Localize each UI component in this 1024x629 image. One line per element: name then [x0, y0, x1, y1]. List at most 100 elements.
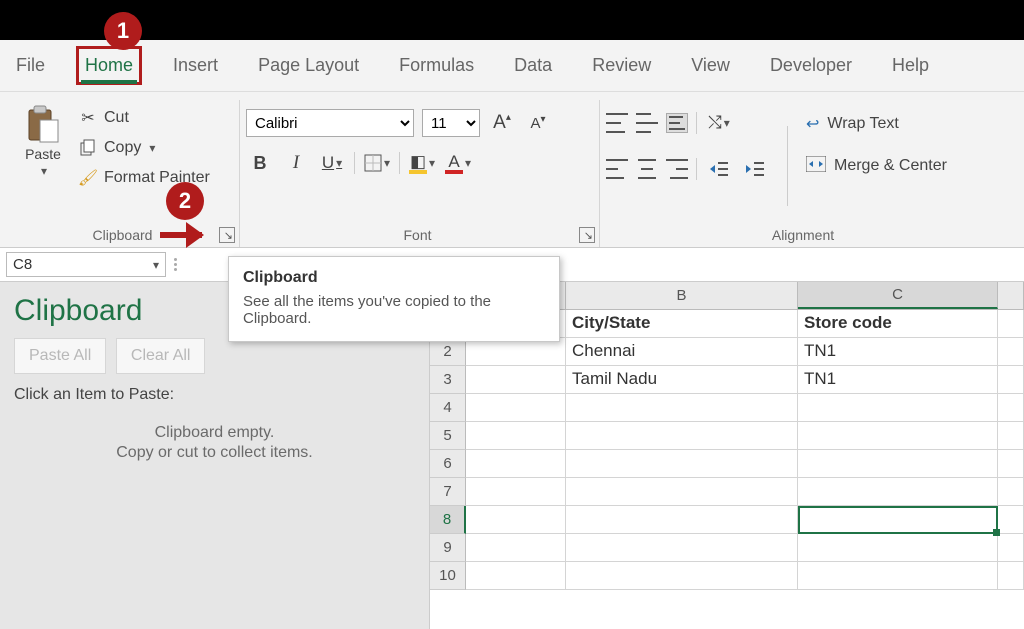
- cell-d2[interactable]: [998, 338, 1024, 366]
- cell-d9[interactable]: [998, 534, 1024, 562]
- align-top-button[interactable]: [606, 113, 628, 133]
- tab-formulas[interactable]: Formulas: [393, 49, 480, 82]
- cut-button[interactable]: ✂ Cut: [78, 104, 210, 132]
- row-header-5[interactable]: 5: [430, 422, 466, 450]
- font-size-select[interactable]: 11: [422, 109, 480, 137]
- row-header-7[interactable]: 7: [430, 478, 466, 506]
- decrease-indent-button[interactable]: [705, 156, 733, 182]
- clear-all-button[interactable]: Clear All: [116, 338, 206, 374]
- tooltip-title: Clipboard: [243, 269, 545, 287]
- copy-button[interactable]: Copy ▾: [78, 134, 210, 162]
- align-middle-button[interactable]: [636, 113, 658, 133]
- decrease-font-icon[interactable]: A▾: [524, 110, 552, 136]
- align-bottom-button[interactable]: [666, 113, 688, 133]
- row-header-8[interactable]: 8: [430, 506, 466, 534]
- tab-developer[interactable]: Developer: [764, 49, 858, 82]
- cell-b7[interactable]: [566, 478, 798, 506]
- wrap-text-button[interactable]: ↩ Wrap Text: [806, 110, 947, 138]
- cell-c6[interactable]: [798, 450, 998, 478]
- orientation-button[interactable]: ⤭▾: [705, 110, 733, 136]
- cell-c3[interactable]: TN1: [798, 366, 998, 394]
- cell-b9[interactable]: [566, 534, 798, 562]
- name-box[interactable]: C8 ▾: [6, 252, 166, 277]
- paste-all-button[interactable]: Paste All: [14, 338, 106, 374]
- cell-c5[interactable]: [798, 422, 998, 450]
- row-header-9[interactable]: 9: [430, 534, 466, 562]
- increase-indent-button[interactable]: [741, 156, 769, 182]
- cell-c9[interactable]: [798, 534, 998, 562]
- cell-c8[interactable]: [798, 506, 998, 534]
- cell-b5[interactable]: [566, 422, 798, 450]
- pane-empty-line2: Copy or cut to collect items.: [14, 444, 415, 462]
- tab-page-layout[interactable]: Page Layout: [252, 49, 365, 82]
- cell-a6[interactable]: [466, 450, 566, 478]
- col-header-b[interactable]: B: [566, 282, 798, 309]
- cell-d7[interactable]: [998, 478, 1024, 506]
- fill-color-button[interactable]: ◧ ▾: [408, 150, 436, 176]
- align-left-button[interactable]: [606, 159, 628, 179]
- row-header-6[interactable]: 6: [430, 450, 466, 478]
- ribbon-tabs: File Home Insert Page Layout Formulas Da…: [0, 40, 1024, 92]
- merge-center-button[interactable]: Merge & Center: [806, 152, 947, 180]
- cell-b2[interactable]: Chennai: [566, 338, 798, 366]
- cell-d3[interactable]: [998, 366, 1024, 394]
- wrap-text-icon: ↩: [806, 114, 819, 134]
- clipboard-dialog-launcher[interactable]: [219, 227, 235, 243]
- cell-d6[interactable]: [998, 450, 1024, 478]
- tab-view[interactable]: View: [685, 49, 736, 82]
- cell-d4[interactable]: [998, 394, 1024, 422]
- cell-c2[interactable]: TN1: [798, 338, 998, 366]
- borders-button[interactable]: ▾: [363, 150, 391, 176]
- annotation-arrow: [160, 232, 202, 242]
- font-color-button[interactable]: A ▾: [444, 150, 472, 176]
- increase-font-icon[interactable]: A▴: [488, 110, 516, 136]
- cell-d1[interactable]: [998, 310, 1024, 338]
- row-header-10[interactable]: 10: [430, 562, 466, 590]
- italic-button[interactable]: I: [282, 150, 310, 176]
- cell-b6[interactable]: [566, 450, 798, 478]
- cut-label: Cut: [104, 109, 129, 127]
- font-name-select[interactable]: Calibri: [246, 109, 414, 137]
- cell-a3[interactable]: [466, 366, 566, 394]
- cell-c1[interactable]: Store code: [798, 310, 998, 338]
- align-center-button[interactable]: [636, 159, 658, 179]
- paste-button[interactable]: Paste ▾: [16, 104, 70, 223]
- cell-a9[interactable]: [466, 534, 566, 562]
- cell-a4[interactable]: [466, 394, 566, 422]
- window-titlebar-black: [0, 0, 1024, 40]
- chevron-down-icon: ▾: [429, 156, 435, 170]
- tab-file[interactable]: File: [10, 49, 51, 82]
- cell-a2[interactable]: [466, 338, 566, 366]
- row-header-4[interactable]: 4: [430, 394, 466, 422]
- row-header-3[interactable]: 3: [430, 366, 466, 394]
- cell-c4[interactable]: [798, 394, 998, 422]
- tab-data[interactable]: Data: [508, 49, 558, 82]
- cell-d5[interactable]: [998, 422, 1024, 450]
- merge-center-label: Merge & Center: [834, 157, 947, 175]
- col-header-c[interactable]: C: [798, 282, 998, 309]
- underline-button[interactable]: U▾: [318, 150, 346, 176]
- cell-b10[interactable]: [566, 562, 798, 590]
- col-header-d-partial[interactable]: [998, 282, 1024, 309]
- row-header-2[interactable]: 2: [430, 338, 466, 366]
- cell-a5[interactable]: [466, 422, 566, 450]
- cell-d10[interactable]: [998, 562, 1024, 590]
- tab-insert[interactable]: Insert: [167, 49, 224, 82]
- cell-a8[interactable]: [466, 506, 566, 534]
- tab-home[interactable]: Home: [79, 49, 139, 82]
- cell-b8[interactable]: [566, 506, 798, 534]
- cell-c10[interactable]: [798, 562, 998, 590]
- cell-a10[interactable]: [466, 562, 566, 590]
- align-right-button[interactable]: [666, 159, 688, 179]
- font-dialog-launcher[interactable]: [579, 227, 595, 243]
- cell-a7[interactable]: [466, 478, 566, 506]
- cell-b4[interactable]: [566, 394, 798, 422]
- cell-c7[interactable]: [798, 478, 998, 506]
- tab-help[interactable]: Help: [886, 49, 935, 82]
- cell-b1[interactable]: City/State: [566, 310, 798, 338]
- cell-d8[interactable]: [998, 506, 1024, 534]
- tab-review[interactable]: Review: [586, 49, 657, 82]
- bold-button[interactable]: B: [246, 150, 274, 176]
- chevron-down-icon: ▾: [153, 258, 159, 272]
- cell-b3[interactable]: Tamil Nadu: [566, 366, 798, 394]
